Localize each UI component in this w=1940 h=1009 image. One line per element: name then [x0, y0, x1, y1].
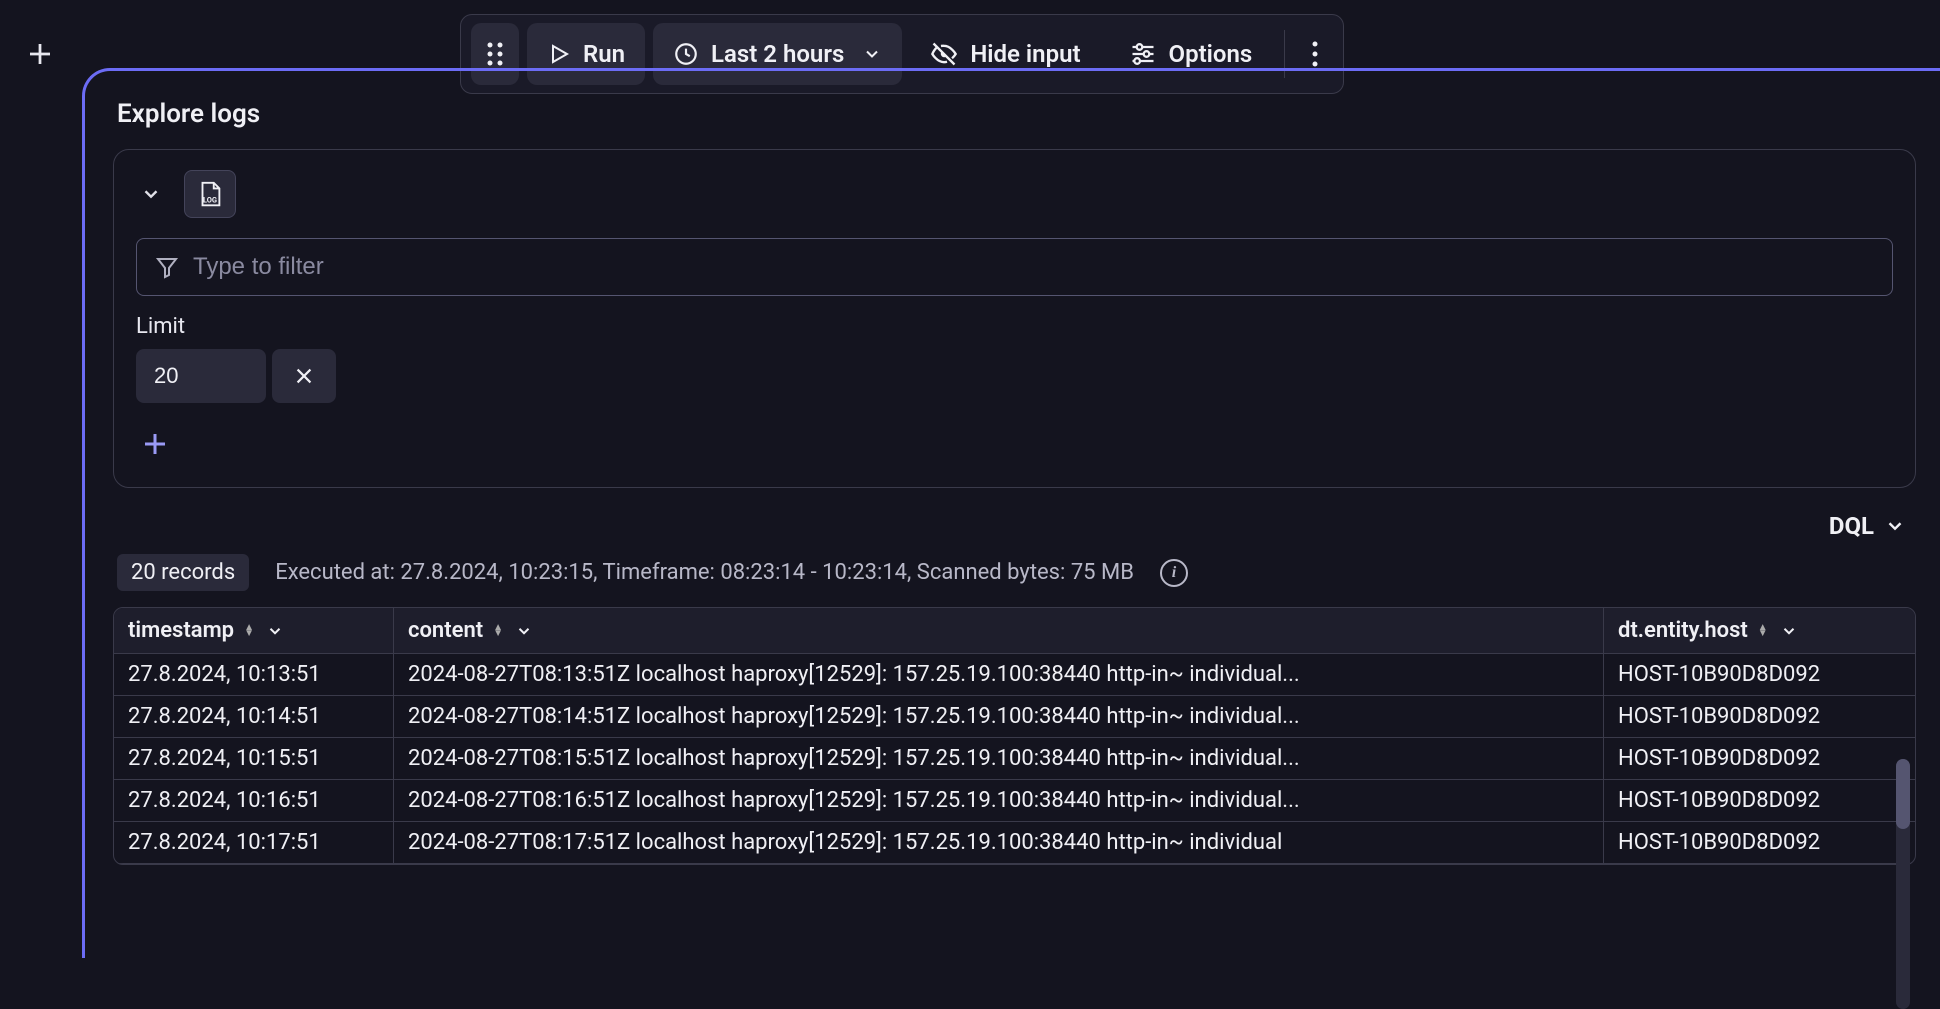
timeframe-label: Last 2 hours [711, 40, 844, 68]
add-filter-button[interactable] [136, 425, 168, 463]
limit-input[interactable] [136, 349, 266, 403]
table-row[interactable]: 27.8.2024, 10:13:51 2024-08-27T08:13:51Z… [114, 654, 1915, 696]
cell-host: HOST-10B90D8D092 [1604, 822, 1915, 864]
cell-content: 2024-08-27T08:17:51Z localhost haproxy[1… [394, 822, 1604, 864]
cell-host: HOST-10B90D8D092 [1604, 738, 1915, 780]
sort-icon: ▲▼ [1758, 625, 1768, 637]
cell-host: HOST-10B90D8D092 [1604, 654, 1915, 696]
column-header-content[interactable]: content ▲▼ [394, 608, 1604, 654]
svg-text:LOG: LOG [203, 195, 217, 204]
dql-label: DQL [1829, 512, 1874, 540]
record-count-badge: 20 records [117, 554, 249, 591]
table-row[interactable]: 27.8.2024, 10:15:51 2024-08-27T08:15:51Z… [114, 738, 1915, 780]
filter-input[interactable] [193, 253, 1874, 281]
chevron-down-icon [515, 622, 533, 640]
cell-content: 2024-08-27T08:16:51Z localhost haproxy[1… [394, 780, 1604, 822]
column-header-timestamp[interactable]: timestamp ▲▼ [114, 608, 394, 654]
filter-input-container[interactable] [136, 238, 1893, 296]
explore-panel: Explore logs LOG Limit [82, 68, 1940, 958]
collapse-toggle[interactable] [136, 179, 166, 209]
table-scrollbar[interactable] [1896, 759, 1910, 1009]
log-source-chip[interactable]: LOG [184, 170, 236, 218]
limit-clear-button[interactable] [272, 349, 336, 403]
results-meta: 20 records Executed at: 27.8.2024, 10:23… [117, 554, 1916, 591]
cell-content: 2024-08-27T08:14:51Z localhost haproxy[1… [394, 696, 1604, 738]
table-row[interactable]: 27.8.2024, 10:17:51 2024-08-27T08:17:51Z… [114, 822, 1915, 864]
table-row[interactable]: 27.8.2024, 10:14:51 2024-08-27T08:14:51Z… [114, 696, 1915, 738]
filter-icon [155, 255, 179, 279]
add-panel-button[interactable] [18, 32, 62, 76]
panel-title: Explore logs [117, 99, 1916, 129]
cell-content: 2024-08-27T08:13:51Z localhost haproxy[1… [394, 654, 1604, 696]
results-table: timestamp ▲▼ content ▲▼ dt.entity.host ▲… [113, 607, 1916, 865]
options-label: Options [1169, 40, 1253, 68]
dql-toggle[interactable]: DQL [1829, 512, 1906, 540]
cell-host: HOST-10B90D8D092 [1604, 696, 1915, 738]
cell-timestamp: 27.8.2024, 10:17:51 [114, 822, 394, 864]
cell-content: 2024-08-27T08:15:51Z localhost haproxy[1… [394, 738, 1604, 780]
execution-info: Executed at: 27.8.2024, 10:23:15, Timefr… [275, 560, 1134, 585]
cell-host: HOST-10B90D8D092 [1604, 780, 1915, 822]
limit-label: Limit [136, 314, 1893, 339]
cell-timestamp: 27.8.2024, 10:15:51 [114, 738, 394, 780]
info-icon[interactable]: i [1160, 559, 1188, 587]
scrollbar-thumb[interactable] [1896, 759, 1910, 829]
table-header: timestamp ▲▼ content ▲▼ dt.entity.host ▲… [114, 608, 1915, 654]
column-header-host[interactable]: dt.entity.host ▲▼ [1604, 608, 1915, 654]
query-builder: LOG Limit [113, 149, 1916, 488]
cell-timestamp: 27.8.2024, 10:16:51 [114, 780, 394, 822]
chevron-down-icon [266, 622, 284, 640]
hide-input-label: Hide input [970, 40, 1080, 68]
run-label: Run [583, 40, 625, 68]
cell-timestamp: 27.8.2024, 10:14:51 [114, 696, 394, 738]
cell-timestamp: 27.8.2024, 10:13:51 [114, 654, 394, 696]
table-row[interactable]: 27.8.2024, 10:16:51 2024-08-27T08:16:51Z… [114, 780, 1915, 822]
sort-icon: ▲▼ [493, 625, 503, 637]
sort-icon: ▲▼ [244, 625, 254, 637]
chevron-down-icon [1780, 622, 1798, 640]
